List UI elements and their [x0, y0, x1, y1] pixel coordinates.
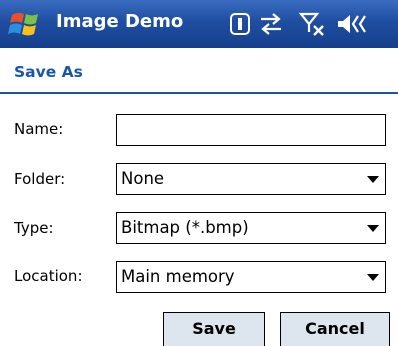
volume-icon[interactable]	[336, 10, 370, 38]
chevron-down-icon	[367, 176, 379, 183]
title-bar: Image Demo	[0, 0, 398, 48]
location-value: Main memory	[121, 267, 235, 286]
type-value: Bitmap (*.bmp)	[121, 218, 249, 237]
sync-icon[interactable]	[258, 10, 284, 38]
chevron-down-icon	[367, 274, 379, 281]
dialog-title: Save As	[14, 63, 83, 81]
name-input[interactable]	[116, 114, 386, 146]
type-dropdown[interactable]: Bitmap (*.bmp)	[116, 212, 386, 244]
chevron-down-icon	[367, 225, 379, 232]
battery-icon[interactable]	[228, 10, 252, 38]
folder-dropdown[interactable]: None	[116, 163, 386, 195]
cancel-button[interactable]: Cancel	[280, 312, 390, 346]
location-label: Location:	[14, 267, 83, 285]
header-divider	[0, 92, 398, 94]
folder-value: None	[121, 169, 165, 188]
name-label: Name:	[14, 120, 64, 138]
folder-label: Folder:	[14, 170, 66, 188]
signal-off-icon[interactable]	[298, 10, 326, 38]
save-button[interactable]: Save	[163, 312, 265, 346]
app-title: Image Demo	[56, 11, 184, 32]
location-dropdown[interactable]: Main memory	[116, 261, 386, 293]
type-label: Type:	[14, 219, 54, 237]
windows-start-icon[interactable]	[8, 9, 44, 39]
